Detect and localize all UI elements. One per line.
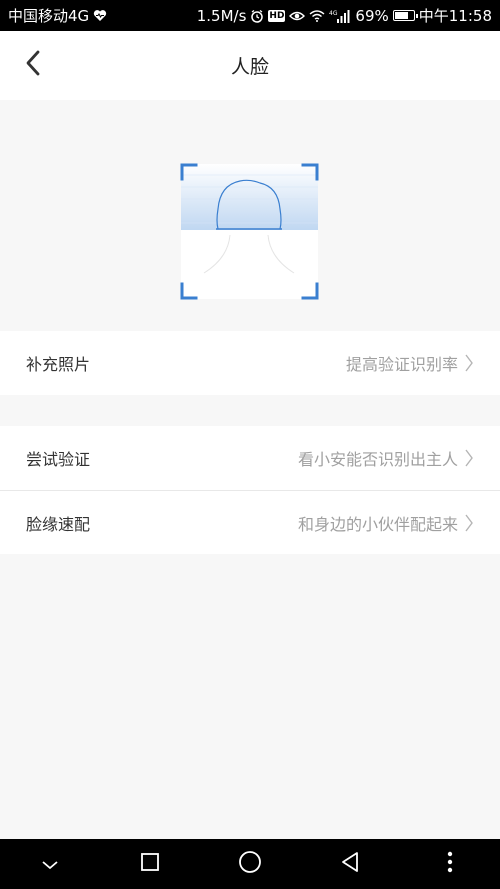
clock-text: 中午11:58: [418, 7, 492, 25]
item-hint: 提高验证识别率: [345, 355, 458, 374]
nav-back-icon: [340, 851, 360, 877]
eye-icon: [289, 10, 306, 22]
chevron-right-icon: [464, 448, 474, 468]
item-right: 看小安能否识别出主人: [298, 446, 474, 470]
item-hint: 看小安能否识别出主人: [297, 450, 458, 469]
system-nav-bar: [0, 839, 500, 889]
list-item-face-match[interactable]: 脸缘速配 和身边的小伙伴配起来: [0, 490, 500, 554]
face-outline-icon: [180, 163, 319, 300]
battery-fill: [394, 12, 408, 19]
chevron-right-icon: [464, 513, 474, 533]
nav-recents-button[interactable]: [120, 839, 180, 889]
network-type-text: 4G: [329, 10, 338, 17]
hd-icon: HD: [268, 9, 286, 22]
battery-icon: [392, 10, 418, 21]
carrier-text: 中国移动4G: [8, 7, 90, 25]
nav-collapse-icon: [41, 855, 59, 874]
signal-icon: 4G: [329, 9, 351, 23]
item-right: 提高验证识别率: [346, 351, 474, 375]
heart-icon: [93, 9, 107, 22]
nav-back-button[interactable]: [320, 839, 380, 889]
page-title: 人脸: [230, 56, 269, 78]
face-preview-area: [0, 100, 500, 331]
item-right: 和身边的小伙伴配起来: [298, 511, 474, 535]
nav-home-icon: [238, 850, 262, 878]
chevron-right-icon: [464, 353, 474, 373]
alarm-icon: [250, 9, 264, 23]
nav-menu-button[interactable]: [420, 839, 480, 889]
back-button[interactable]: [14, 45, 54, 85]
list-group-actions: 尝试验证 看小安能否识别出主人 脸缘速配 和身边的小伙伴配起来: [0, 426, 500, 554]
battery-percent: 69%: [355, 6, 389, 25]
nav-menu-icon: [447, 851, 453, 877]
back-arrow-icon: [24, 50, 44, 80]
nav-home-button[interactable]: [220, 839, 280, 889]
list-item-add-photo[interactable]: 补充照片 提高验证识别率: [0, 331, 500, 395]
nav-recents-icon: [140, 852, 160, 876]
list-item-try-verify[interactable]: 尝试验证 看小安能否识别出主人: [0, 426, 500, 490]
item-label: 尝试验证: [26, 450, 91, 469]
status-left: 中国移动4G: [8, 5, 107, 26]
item-label: 脸缘速配: [26, 514, 91, 534]
network-speed: 1.5M/s: [196, 6, 247, 25]
status-bar: 中国移动4G 1.5M/s HD 4G 69% 中午11:58: [0, 0, 500, 31]
item-hint: 和身边的小伙伴配起来: [297, 514, 458, 534]
wifi-icon: [309, 9, 325, 22]
list-group-photo: 补充照片 提高验证识别率: [0, 331, 500, 395]
status-right: 1.5M/s HD 4G 69% 中午11:58: [197, 5, 492, 26]
nav-collapse-button[interactable]: [20, 839, 80, 889]
item-label: 补充照片: [26, 355, 91, 374]
header: 人脸: [0, 31, 500, 100]
